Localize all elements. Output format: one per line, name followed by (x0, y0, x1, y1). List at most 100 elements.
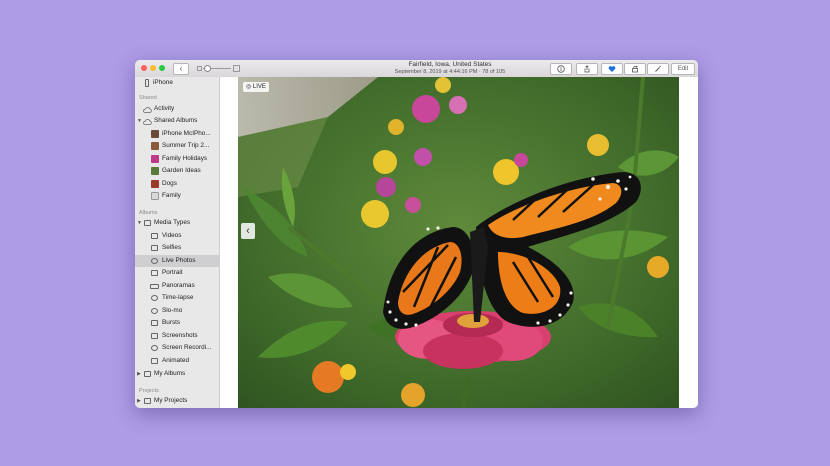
photo[interactable]: ◎ LIVE ‹ (238, 77, 679, 408)
butterfly-photo-image (238, 77, 679, 408)
cloud-icon (143, 119, 152, 125)
sidebar-item-label: My Albums (154, 370, 186, 377)
sidebar-item-shared-album[interactable]: Garden Ideas (135, 165, 219, 177)
chevron-left-icon: ‹ (179, 64, 183, 73)
sidebar-item-label: Live Photos (162, 257, 196, 264)
album-thumbnail (151, 130, 159, 138)
heart-icon (608, 66, 616, 72)
disclosure-triangle-icon[interactable]: ▶ (137, 399, 141, 404)
sidebar-item-iphone[interactable]: iPhone (135, 77, 219, 89)
projects-header: Projects (139, 388, 159, 394)
disclosure-triangle-icon[interactable]: ▶ (137, 372, 141, 377)
sidebar-item-videos[interactable]: Videos (135, 230, 219, 242)
album-thumbnail (151, 142, 159, 150)
sidebar-item-shared-album[interactable]: iPhone McIPho... (135, 128, 219, 140)
disclosure-triangle-icon[interactable]: ▼ (137, 119, 142, 124)
sidebar-item-shared-album[interactable]: Family (135, 190, 219, 202)
sidebar-item-label: Time-lapse (162, 294, 194, 301)
time-lapse-icon (151, 295, 158, 301)
sidebar: iPhone Shared Activity ▼ Shared Albums i… (135, 77, 220, 408)
sidebar-item-selfies[interactable]: Selfies (135, 242, 219, 254)
share-button[interactable] (576, 63, 598, 75)
sidebar-item-shared-albums[interactable]: ▼ Shared Albums (135, 115, 219, 127)
title-block: Fairfield, Iowa, United States September… (345, 61, 555, 76)
chevron-left-icon: ‹ (246, 225, 250, 237)
shared-header: Shared (139, 95, 157, 101)
sidebar-item-activity[interactable]: Activity (135, 103, 219, 115)
sidebar-item-slo-mo[interactable]: Slo-mo (135, 305, 219, 317)
animated-icon (151, 358, 158, 364)
zoom-in-icon (233, 65, 240, 72)
panorama-icon (150, 284, 159, 289)
folder-icon (144, 220, 151, 226)
selfie-icon (151, 245, 158, 251)
minimize-button[interactable] (150, 65, 156, 71)
sidebar-item-screen-recordings[interactable]: Screen Recordi... (135, 342, 219, 354)
rotate-icon (632, 65, 638, 73)
sidebar-item-time-lapse[interactable]: Time-lapse (135, 292, 219, 304)
sidebar-item-label: Screenshots (162, 332, 198, 339)
enhance-button[interactable] (647, 63, 669, 75)
sidebar-item-label: Panoramas (162, 282, 195, 289)
burst-icon (151, 320, 158, 326)
edit-button[interactable]: Edit (671, 63, 695, 75)
sidebar-item-bursts[interactable]: Bursts (135, 317, 219, 329)
live-photo-badge[interactable]: ◎ LIVE (243, 82, 269, 92)
slo-mo-icon (151, 308, 158, 314)
album-thumbnail (151, 155, 159, 163)
sidebar-item-my-albums[interactable]: ▶ My Albums (135, 368, 219, 380)
share-icon (584, 65, 590, 73)
sidebar-item-media-types[interactable]: ▼ Media Types (135, 217, 219, 229)
albums-header: Albums (139, 210, 158, 216)
album-thumbnail (151, 167, 159, 175)
album-thumbnail (151, 192, 159, 200)
title-bar: ‹ Fairfield, Iowa, United States Septemb… (135, 60, 698, 78)
sidebar-item-label: Screen Recordi... (162, 344, 212, 351)
back-button[interactable]: ‹ (173, 63, 189, 75)
sidebar-item-shared-album[interactable]: Dogs (135, 178, 219, 190)
iphone-icon (145, 79, 149, 87)
live-photo-icon (151, 258, 158, 264)
sidebar-item-portrait[interactable]: Portrait (135, 267, 219, 279)
sidebar-item-screenshots[interactable]: Screenshots (135, 330, 219, 342)
sidebar-item-label: iPhone (153, 79, 173, 86)
fullscreen-button[interactable] (159, 65, 165, 71)
sidebar-item-label: Bursts (162, 319, 181, 326)
zoom-knob[interactable] (204, 65, 211, 72)
sidebar-item-label: Dogs (162, 180, 177, 187)
folder-icon (144, 398, 151, 404)
live-badge-label: LIVE (252, 84, 266, 90)
sidebar-item-label: Slo-mo (162, 307, 183, 314)
zoom-out-icon (197, 66, 202, 71)
sidebar-item-my-projects[interactable]: ▶ My Projects (135, 395, 219, 407)
sidebar-item-live-photos[interactable]: Live Photos (135, 255, 219, 267)
disclosure-triangle-icon[interactable]: ▼ (137, 221, 142, 226)
sidebar-item-label: Portrait (162, 269, 183, 276)
rotate-button[interactable] (624, 63, 646, 75)
folder-icon (144, 371, 151, 377)
screen-recording-icon (151, 345, 158, 351)
favorite-button[interactable] (601, 63, 623, 75)
info-button[interactable] (550, 63, 572, 75)
video-icon (151, 233, 158, 239)
live-photo-icon: ◎ (246, 84, 252, 90)
magic-wand-icon (655, 65, 661, 72)
sidebar-item-label: Garden Ideas (162, 167, 201, 174)
sidebar-item-label: Summer Trip 2... (162, 142, 210, 149)
zoom-slider[interactable] (197, 65, 240, 72)
sidebar-item-shared-album[interactable]: Summer Trip 2... (135, 140, 219, 152)
sidebar-item-shared-album[interactable]: Family Holidays (135, 153, 219, 165)
info-icon (557, 65, 565, 73)
sidebar-item-label: Activity (154, 105, 175, 112)
sidebar-item-panoramas[interactable]: Panoramas (135, 280, 219, 292)
photo-viewer: ◎ LIVE ‹ (220, 77, 698, 408)
sidebar-item-label: Shared Albums (154, 117, 198, 124)
previous-photo-button[interactable]: ‹ (241, 223, 255, 239)
sidebar-item-label: Family Holidays (162, 155, 208, 162)
close-button[interactable] (141, 65, 147, 71)
sidebar-item-animated[interactable]: Animated (135, 355, 219, 367)
sidebar-item-label: Animated (162, 357, 189, 364)
sidebar-item-label: Videos (162, 232, 182, 239)
screenshot-icon (151, 333, 158, 339)
sidebar-item-label: iPhone McIPho... (162, 130, 211, 137)
